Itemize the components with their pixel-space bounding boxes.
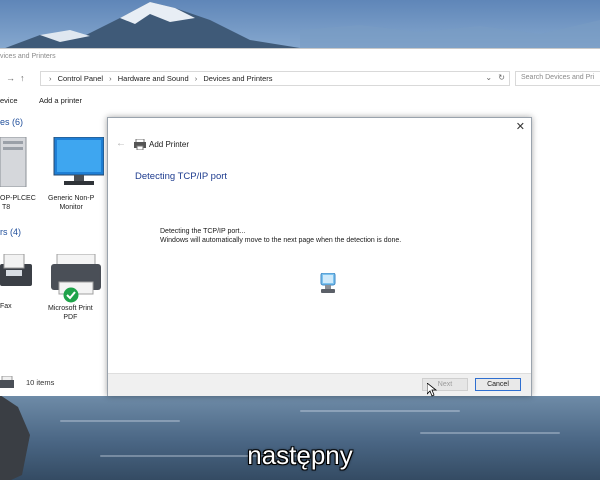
address-bar[interactable]: › Control Panel › Hardware and Sound › D… — [40, 71, 510, 86]
device-label-microsoft-print-pdf: Microsoft Print PDF — [48, 305, 93, 321]
add-printer-button[interactable]: Add a printer — [39, 96, 82, 105]
cancel-button[interactable]: Cancel — [475, 378, 521, 391]
window-title: vices and Printers — [0, 53, 56, 60]
auto-advance-text: Windows will automatically move to the n… — [160, 237, 402, 244]
address-bar-row: → ↑ › Control Panel › Hardware and Sound… — [0, 69, 600, 89]
spinner-icon — [320, 273, 336, 293]
printer-icon — [134, 139, 146, 150]
up-arrow-icon[interactable]: ↑ — [20, 73, 25, 83]
back-arrow-icon[interactable]: ← — [116, 138, 126, 149]
device-label-fax: Fax — [0, 303, 12, 310]
computer-tower-icon[interactable] — [0, 137, 28, 187]
dialog-footer: Next Cancel — [108, 373, 531, 396]
breadcrumb-control-panel[interactable]: Control Panel — [58, 74, 103, 83]
breadcrumb-separator: › — [49, 74, 52, 83]
fax-icon[interactable] — [0, 254, 34, 290]
monitor-icon[interactable] — [52, 137, 104, 189]
detecting-text: Detecting the TCP/IP port... — [160, 228, 246, 235]
chevron-down-icon[interactable]: ⌄ — [485, 73, 492, 82]
dialog-heading: Detecting TCP/IP port — [135, 171, 228, 182]
wallpaper-ripple — [60, 420, 180, 422]
device-label-computer: OP-PLCEC T8 — [0, 195, 36, 211]
search-input[interactable]: Search Devices and Pri — [515, 71, 600, 86]
breadcrumb-separator: › — [109, 74, 112, 83]
breadcrumb-hardware-and-sound[interactable]: Hardware and Sound — [118, 74, 189, 83]
command-bar: evice Add a printer — [0, 93, 600, 109]
breadcrumb-devices-and-printers[interactable]: Devices and Printers — [203, 74, 272, 83]
video-subtitle: następny — [247, 440, 353, 470]
devices-group-heading[interactable]: es (6) — [0, 117, 23, 127]
add-printer-dialog: ✕ ← Add Printer Detecting TCP/IP port De… — [107, 117, 532, 396]
item-count: 10 items — [26, 378, 55, 387]
wallpaper-ripple — [300, 410, 460, 412]
device-label-monitor: Generic Non-P Monitor — [48, 195, 95, 211]
add-device-button[interactable]: evice — [0, 96, 18, 105]
printer-icon — [0, 376, 14, 388]
default-check-icon — [63, 287, 79, 303]
address-tools: ⌄ ↻ — [485, 73, 505, 82]
close-icon[interactable]: ✕ — [516, 120, 525, 133]
mouse-cursor-icon — [427, 383, 437, 397]
forward-arrow-icon[interactable]: → — [6, 73, 15, 83]
printers-group-heading[interactable]: rs (4) — [0, 227, 21, 237]
breadcrumb-separator: › — [194, 74, 198, 83]
dialog-title: Add Printer — [149, 140, 190, 149]
refresh-icon[interactable]: ↻ — [498, 73, 505, 82]
wallpaper-ripple — [420, 432, 560, 434]
